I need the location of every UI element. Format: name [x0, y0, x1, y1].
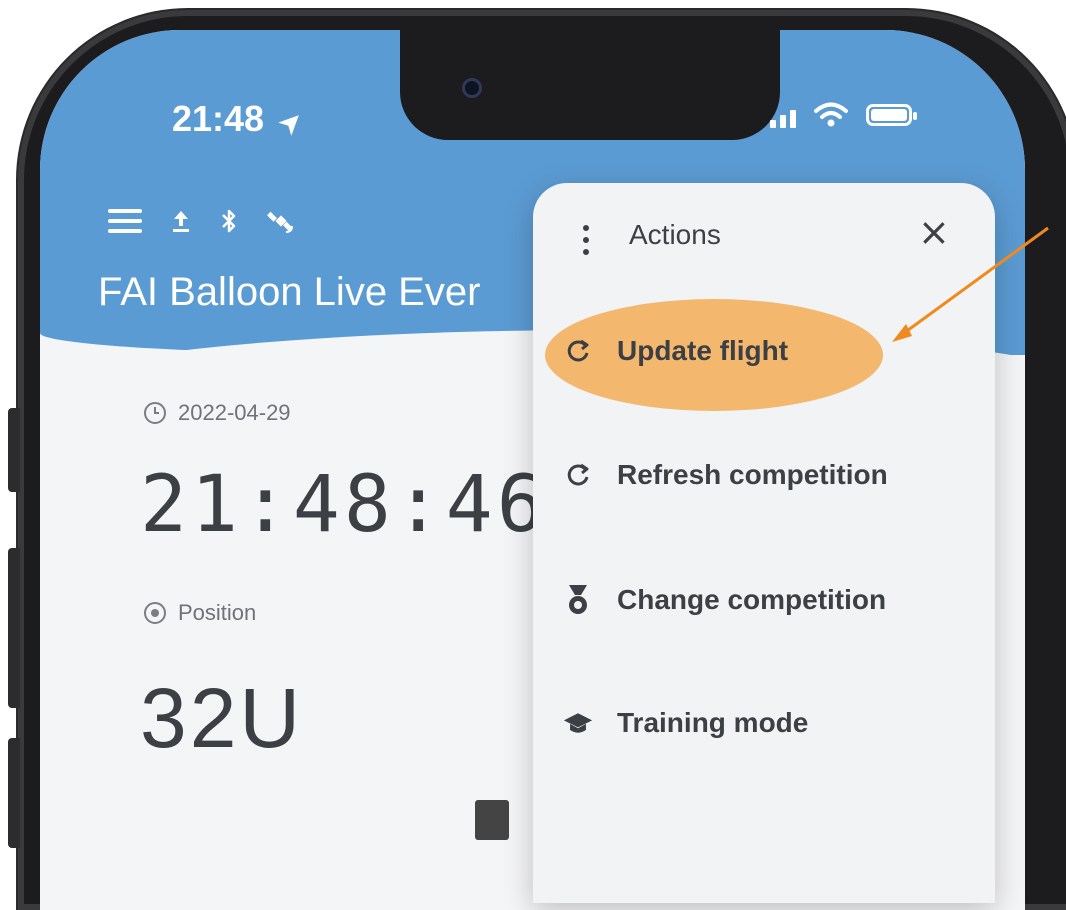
- annotation-arrow: [892, 226, 1049, 342]
